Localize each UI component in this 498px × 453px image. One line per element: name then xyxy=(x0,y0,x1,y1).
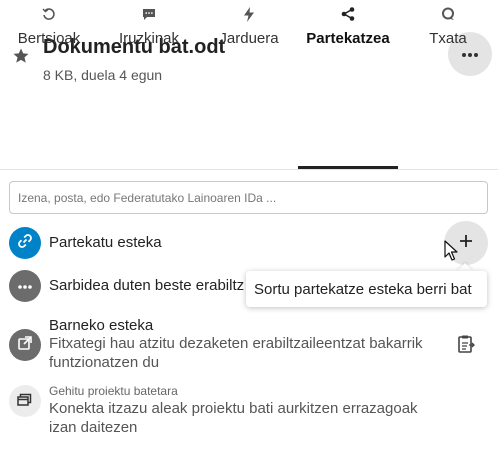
share-link-label: Partekatu esteka xyxy=(49,234,162,251)
add-to-project-description: Konekta itzazu aleak proiektu bati aurki… xyxy=(49,400,418,436)
tab-label: Partekatzea xyxy=(306,30,390,47)
tab-label: Txata xyxy=(429,30,467,47)
internal-link-avatar xyxy=(9,329,41,361)
tab-label: Jarduera xyxy=(219,30,279,47)
project-icon xyxy=(17,392,33,411)
share-icon xyxy=(341,3,355,25)
tab-sharing[interactable]: Partekatzea xyxy=(300,0,396,52)
add-to-project-label: Gehitu proiektu batetara xyxy=(49,384,178,398)
project-avatar xyxy=(9,385,41,417)
share-link-row: Partekatu esteka xyxy=(0,225,498,261)
tab-comments[interactable]: Iruzkinak xyxy=(114,0,184,52)
activity-bolt-icon xyxy=(243,3,255,25)
tab-activity[interactable]: Jarduera xyxy=(214,0,284,52)
internal-link-description: Fitxategi hau atzitu dezaketen erabiltza… xyxy=(49,335,423,371)
more-horizontal-icon xyxy=(17,277,33,295)
tab-versions[interactable]: Bertsioak xyxy=(14,0,84,52)
add-link-tooltip: Sortu partekatze esteka berri bat xyxy=(246,271,487,307)
internal-link-row: Barneko esteka Fitxategi hau atzitu deza… xyxy=(0,316,498,372)
others-access-label: Sarbidea duten beste erabiltz xyxy=(49,277,245,294)
plus-icon xyxy=(459,234,473,253)
external-link-icon xyxy=(18,335,32,355)
history-icon xyxy=(42,3,56,25)
tab-label: Iruzkinak xyxy=(118,30,180,47)
tab-label: Bertsioak xyxy=(17,30,81,47)
link-icon xyxy=(17,233,33,254)
share-link-avatar xyxy=(9,227,41,259)
mouse-pointer-icon xyxy=(444,240,460,262)
tabs-divider xyxy=(0,169,498,170)
tab-talk[interactable]: Txata xyxy=(413,0,483,52)
file-meta: 8 KB, duela 4 egun xyxy=(43,67,163,83)
share-search-input[interactable] xyxy=(9,181,488,214)
talk-icon xyxy=(441,3,455,25)
add-to-project-row[interactable]: Gehitu proiektu batetara Konekta itzazu … xyxy=(0,382,498,438)
internal-link-title: Barneko esteka xyxy=(49,317,154,334)
copy-internal-link-icon[interactable] xyxy=(456,334,476,354)
tooltip-arrow xyxy=(457,263,473,271)
comment-icon xyxy=(142,3,156,25)
others-access-avatar xyxy=(9,270,41,302)
